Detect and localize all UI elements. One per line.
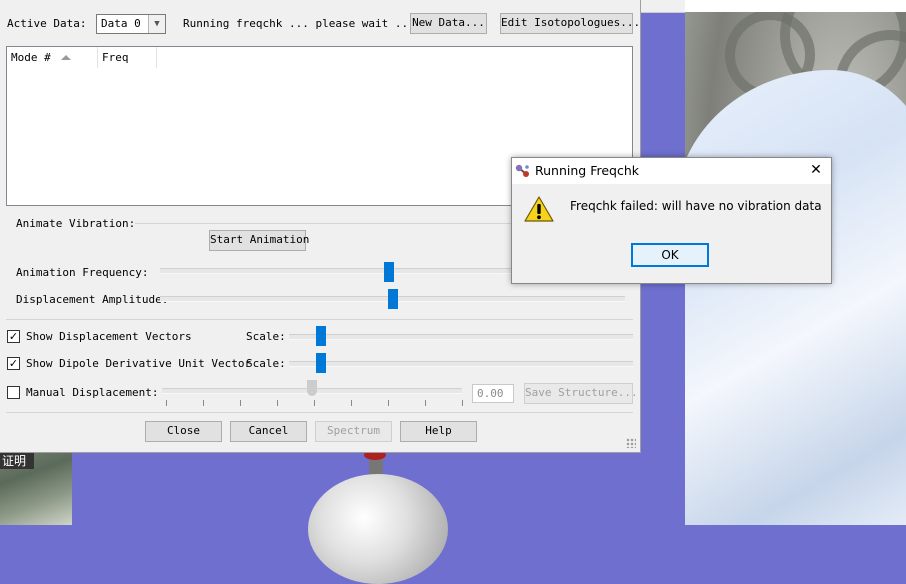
section-divider [6, 319, 633, 320]
window-edge-white [685, 0, 906, 12]
show-displacement-label: Show Displacement Vectors [26, 330, 192, 343]
help-button[interactable]: Help [400, 421, 477, 442]
sort-ascending-icon [60, 55, 71, 60]
close-button[interactable]: Close [145, 421, 222, 442]
manual-displacement-thumb[interactable] [307, 380, 317, 396]
dipole-scale-label: Scale: [246, 357, 286, 370]
spectrum-button[interactable]: Spectrum [315, 421, 392, 442]
status-text: Running freqchk ... please wait .... [183, 17, 422, 30]
window-edge [640, 0, 685, 13]
manual-displacement-label: Manual Displacement: [26, 386, 159, 399]
column-header-freq-label: Freq [102, 51, 129, 64]
dipole-scale-slider[interactable] [289, 361, 633, 367]
message-text: Freqchk failed: will have no vibration d… [570, 199, 822, 213]
molecule-app-icon [515, 164, 529, 177]
background-text: 证明 [0, 452, 34, 469]
show-displacement-checkbox[interactable]: ✓ [7, 330, 20, 343]
animation-frequency-thumb[interactable] [384, 262, 395, 282]
displacement-scale-label: Scale: [246, 330, 286, 343]
message-box-titlebar[interactable]: Running Freqchk ✕ [512, 158, 831, 184]
edit-isotopologues-button[interactable]: Edit Isotopologues... [500, 13, 640, 34]
column-header-freq[interactable]: Freq [98, 47, 157, 68]
active-data-select[interactable]: Data 0 ▼ [96, 14, 166, 34]
active-data-label: Active Data: [7, 17, 87, 30]
active-data-value: Data 0 [101, 17, 141, 30]
column-header-mode-label: Mode # [11, 51, 51, 64]
section-divider [6, 412, 633, 413]
displacement-amplitude-label: Displacement Amplitude: [16, 293, 169, 306]
manual-displacement-checkbox[interactable] [7, 386, 20, 399]
show-dipole-label: Show Dipole Derivative Unit Vector [26, 357, 252, 370]
molecule-atom [308, 474, 448, 584]
manual-displacement-ticks [166, 400, 466, 406]
dipole-scale-thumb[interactable] [315, 353, 326, 373]
cancel-button[interactable]: Cancel [230, 421, 307, 442]
displacement-amplitude-thumb[interactable] [387, 289, 398, 309]
warning-icon [524, 196, 554, 222]
save-structure-button[interactable]: Save Structure... [524, 383, 638, 404]
animate-vibration-label: Animate Vibration: [16, 217, 136, 230]
column-header-mode[interactable]: Mode # [7, 47, 98, 68]
resize-grip[interactable] [626, 438, 636, 448]
show-dipole-checkbox[interactable]: ✓ [7, 357, 20, 370]
new-data-button[interactable]: New Data... [410, 13, 487, 34]
manual-displacement-value[interactable]: 0.00 [472, 384, 514, 403]
freqchk-message-box: Running Freqchk ✕ Freqchk failed: will h… [511, 157, 832, 284]
start-animation-button[interactable]: Start Animation [209, 230, 309, 251]
chevron-down-icon[interactable]: ▼ [148, 15, 165, 33]
displacement-scale-slider[interactable] [289, 334, 633, 340]
displacement-scale-thumb[interactable] [315, 326, 326, 346]
ok-button[interactable]: OK [631, 243, 709, 267]
message-box-title: Running Freqchk [535, 163, 639, 178]
animation-frequency-label: Animation Frequency: [16, 266, 149, 279]
close-icon[interactable]: ✕ [807, 161, 825, 179]
